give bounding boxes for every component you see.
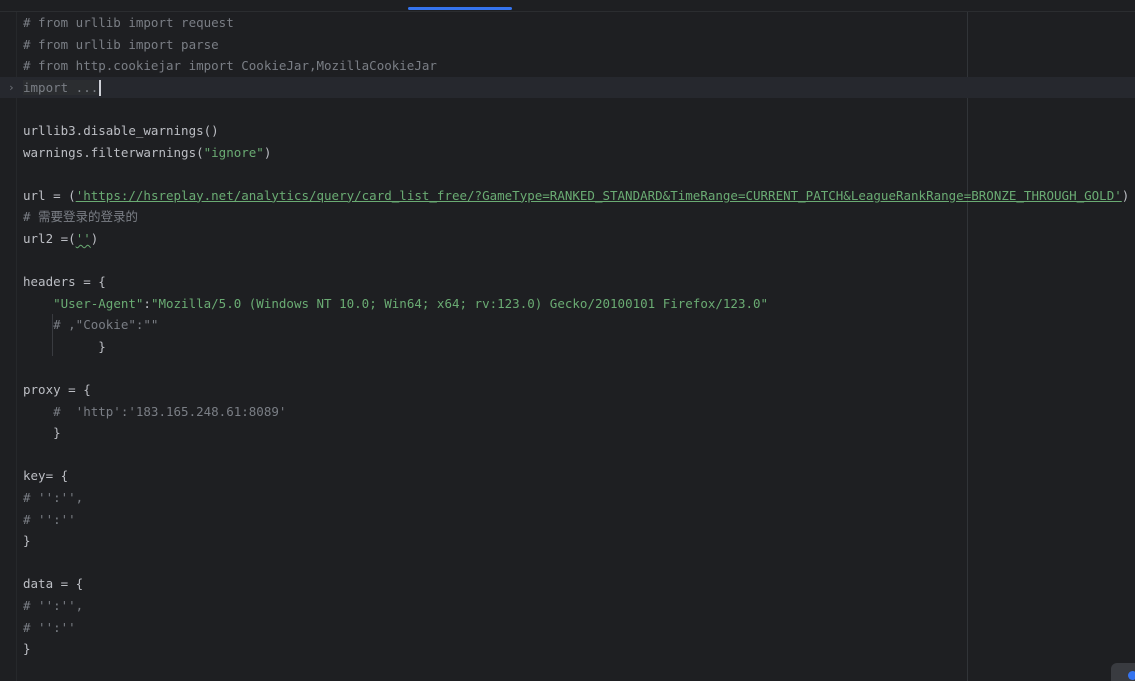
- code-line[interactable]: [0, 358, 1135, 380]
- active-tab-indicator: [408, 7, 512, 10]
- code-token: "ignore": [203, 144, 264, 160]
- code-line[interactable]: # ,"Cookie":"": [0, 314, 1135, 336]
- code-line[interactable]: # '':'': [0, 509, 1135, 531]
- chevron-right-icon[interactable]: ›: [8, 77, 15, 99]
- code-token: # '':'',: [23, 490, 84, 506]
- code-line[interactable]: }: [0, 530, 1135, 552]
- code-line[interactable]: data = {: [0, 573, 1135, 595]
- code-token: urllib3.disable_warnings(): [23, 122, 219, 138]
- notification-badge[interactable]: [1111, 663, 1135, 681]
- code-line[interactable]: # 需要登录的登录的: [0, 206, 1135, 228]
- code-line[interactable]: # from http.cookiejar import CookieJar,M…: [0, 55, 1135, 77]
- code-line[interactable]: [0, 163, 1135, 185]
- code-line[interactable]: urllib3.disable_warnings(): [0, 120, 1135, 142]
- code-token: url2 =(: [23, 230, 76, 246]
- code-line[interactable]: [0, 98, 1135, 120]
- code-token: # ,"Cookie":"": [23, 317, 159, 333]
- code-token: proxy = {: [23, 382, 91, 398]
- code-token: }: [23, 425, 61, 441]
- code-token: data = {: [23, 576, 84, 592]
- code-token: # '':'',: [23, 598, 84, 614]
- code-token: key= {: [23, 468, 69, 484]
- code-line[interactable]: [0, 444, 1135, 466]
- code-token: # 'http':'183.165.248.61:8089': [23, 403, 287, 419]
- code-token: '': [75, 230, 91, 246]
- code-line[interactable]: warnings.filterwarnings("ignore"): [0, 142, 1135, 164]
- code-token: url = (: [23, 187, 76, 203]
- code-line[interactable]: }: [0, 422, 1135, 444]
- code-token: # '':'': [23, 619, 76, 635]
- code-line[interactable]: "User-Agent":"Mozilla/5.0 (Windows NT 10…: [0, 293, 1135, 315]
- code-line[interactable]: headers = {: [0, 271, 1135, 293]
- code-token: "User-Agent": [53, 295, 144, 311]
- code-line[interactable]: url2 =(''): [0, 228, 1135, 250]
- code-line[interactable]: # from urllib import request: [0, 12, 1135, 34]
- code-token: :: [143, 295, 151, 311]
- code-token: import ...: [23, 79, 99, 95]
- code-line[interactable]: # '':'',: [0, 487, 1135, 509]
- code-token: # from urllib import parse: [23, 36, 219, 52]
- code-token: ): [263, 144, 272, 160]
- code-line[interactable]: key= {: [0, 465, 1135, 487]
- code-token: warnings.filterwarnings(: [23, 144, 204, 160]
- code-token: # 需要登录的登录的: [23, 209, 139, 225]
- code-lines[interactable]: # from urllib import request # from urlli…: [0, 12, 1135, 660]
- code-line[interactable]: # from urllib import parse: [0, 34, 1135, 56]
- code-line[interactable]: url = ('https://hsreplay.net/analytics/q…: [0, 185, 1135, 207]
- code-line[interactable]: proxy = {: [0, 379, 1135, 401]
- code-line[interactable]: [0, 250, 1135, 272]
- code-token: # from http.cookiejar import CookieJar,M…: [23, 58, 437, 74]
- notification-icon: [1128, 671, 1135, 680]
- code-line[interactable]: # '':'',: [0, 595, 1135, 617]
- code-editor[interactable]: # from urllib import request # from urlli…: [0, 0, 1135, 681]
- code-token: ): [1121, 187, 1130, 203]
- code-token: }: [23, 641, 31, 657]
- code-token: "Mozilla/5.0 (Windows NT 10.0; Win64; x6…: [150, 295, 769, 311]
- text-caret: [99, 80, 102, 97]
- code-token: headers = {: [23, 274, 106, 290]
- code-token: ): [90, 230, 99, 246]
- code-line[interactable]: # '':'': [0, 617, 1135, 639]
- code-line[interactable]: }: [0, 336, 1135, 358]
- code-token: }: [23, 533, 31, 549]
- code-line[interactable]: }: [0, 638, 1135, 660]
- code-line[interactable]: [0, 552, 1135, 574]
- code-token: }: [23, 338, 106, 354]
- code-line[interactable]: › import ...: [0, 76, 1135, 99]
- code-token: 'https://hsreplay.net/analytics/query/ca…: [75, 187, 1122, 203]
- code-token: # '':'': [23, 511, 76, 527]
- code-line[interactable]: # 'http':'183.165.248.61:8089': [0, 401, 1135, 423]
- code-token: # from urllib import request: [23, 15, 234, 30]
